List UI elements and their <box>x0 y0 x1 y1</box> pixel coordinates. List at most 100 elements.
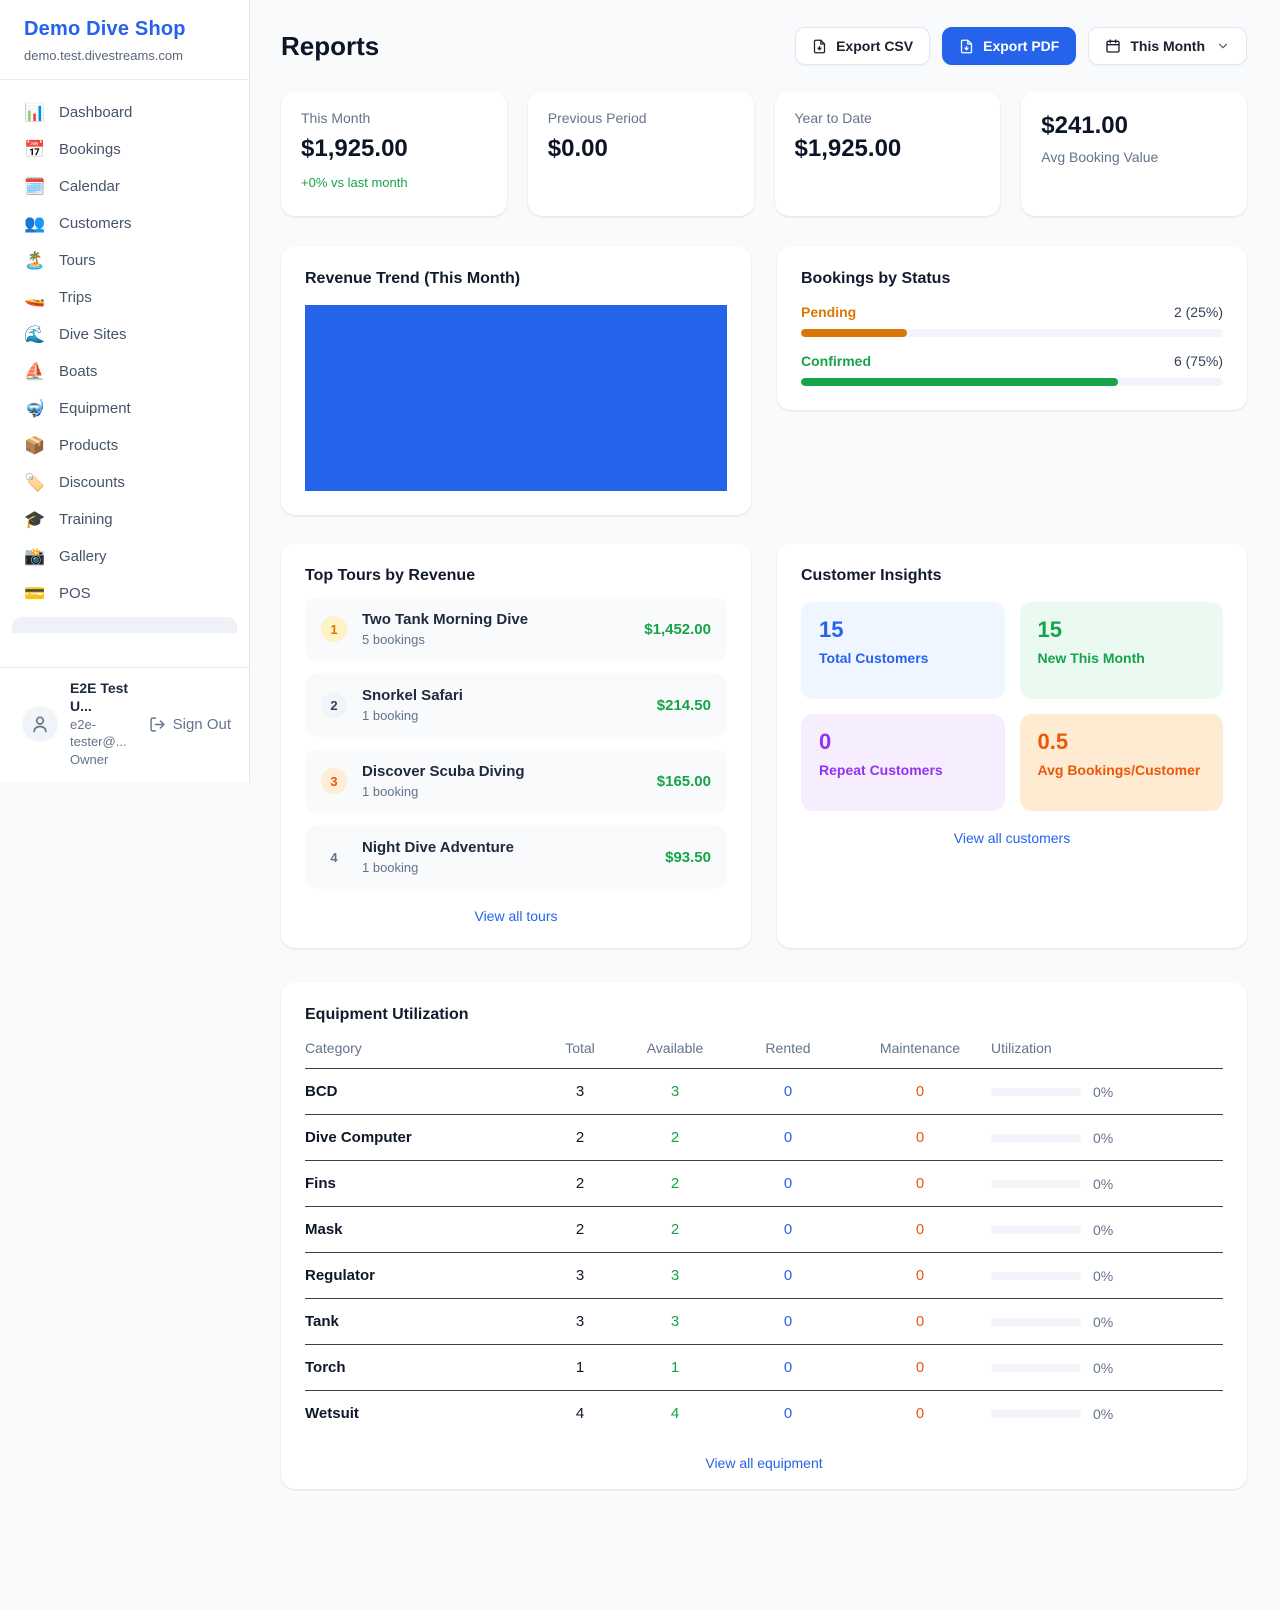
period-label: This Month <box>1130 38 1205 54</box>
col-available: Available <box>623 1040 727 1056</box>
sidebar-item-tours[interactable]: 🏝️ Tours <box>0 242 249 279</box>
bookings-icon: 📅 <box>24 141 44 158</box>
tour-name: Night Dive Adventure <box>362 839 514 856</box>
rank-badge: 2 <box>321 692 347 718</box>
sidebar-item-discounts[interactable]: 🏷️ Discounts <box>0 464 249 501</box>
tile-total-customers: 15 Total Customers <box>801 602 1005 699</box>
logout-icon <box>149 716 166 733</box>
sidebar-nav: 📊 Dashboard 📅 Bookings 🗓️ Calendar 👥 Cus… <box>0 80 249 633</box>
tile-repeat-customers: 0 Repeat Customers <box>801 714 1005 811</box>
page-header: Reports Export CSV Export PDF This Month <box>281 27 1247 65</box>
table-row: BCD 3 3 0 0 0% <box>305 1069 1223 1115</box>
export-pdf-button[interactable]: Export PDF <box>942 27 1076 65</box>
tile-value: 0.5 <box>1038 729 1206 755</box>
user-email: e2e-tester@... <box>70 717 137 750</box>
table-row: Mask 2 2 0 0 0% <box>305 1207 1223 1253</box>
tile-avg-bookings: 0.5 Avg Bookings/Customer <box>1020 714 1224 811</box>
sidebar-item-dashboard[interactable]: 📊 Dashboard <box>0 94 249 131</box>
tours-icon: 🏝️ <box>24 252 44 269</box>
tile-label: Repeat Customers <box>819 762 987 778</box>
user-name: E2E Test U... <box>70 680 137 715</box>
status-group-pending: Pending 2 (25%) <box>801 304 1223 337</box>
stat-value: $241.00 <box>1041 112 1227 140</box>
user-icon <box>30 714 50 734</box>
utilization-bar <box>991 1410 1081 1418</box>
sidebar-item-boats[interactable]: ⛵ Boats <box>0 353 249 390</box>
sidebar-item-label: Equipment <box>59 400 131 417</box>
file-download-icon <box>812 39 827 54</box>
status-count: 6 (75%) <box>1174 353 1223 369</box>
customer-insights-card: Customer Insights 15 Total Customers 15 … <box>777 543 1247 948</box>
stat-card-avg-booking-value: $241.00 Avg Booking Value <box>1021 91 1247 216</box>
user-meta: E2E Test U... e2e-tester@... Owner <box>70 680 137 768</box>
sidebar-item-gallery[interactable]: 📸 Gallery <box>0 538 249 575</box>
status-label: Confirmed <box>801 353 871 369</box>
boats-icon: ⛵ <box>24 363 44 380</box>
period-dropdown[interactable]: This Month <box>1088 27 1247 65</box>
view-all-tours-link[interactable]: View all tours <box>305 908 727 924</box>
col-category: Category <box>305 1040 537 1056</box>
sidebar-item-training[interactable]: 🎓 Training <box>0 501 249 538</box>
top-tours-title: Top Tours by Revenue <box>305 567 727 585</box>
tour-revenue: $165.00 <box>657 773 711 790</box>
sidebar-item-customers[interactable]: 👥 Customers <box>0 205 249 242</box>
sidebar-item-label: Dashboard <box>59 104 132 121</box>
status-group-confirmed: Confirmed 6 (75%) <box>801 353 1223 386</box>
tour-name: Discover Scuba Diving <box>362 763 525 780</box>
status-bar-fill <box>801 378 1118 386</box>
header-actions: Export CSV Export PDF This Month <box>795 27 1247 65</box>
table-row: Tank 3 3 0 0 0% <box>305 1299 1223 1345</box>
equipment-utilization-card: Equipment Utilization Category Total Ava… <box>281 982 1247 1489</box>
sidebar-item-products[interactable]: 📦 Products <box>0 427 249 464</box>
sidebar-item-trips[interactable]: 🚤 Trips <box>0 279 249 316</box>
sidebar-item-label: Trips <box>59 289 92 306</box>
tour-bookings: 1 booking <box>362 784 525 799</box>
tour-bookings: 5 bookings <box>362 632 528 647</box>
status-count: 2 (25%) <box>1174 304 1223 320</box>
sidebar-item-equipment[interactable]: 🤿 Equipment <box>0 390 249 427</box>
sidebar-item-reports-partial[interactable] <box>12 617 237 633</box>
sidebar-item-label: Products <box>59 437 118 454</box>
view-all-customers-link[interactable]: View all customers <box>801 830 1223 846</box>
revenue-trend-chart <box>305 305 727 491</box>
gallery-icon: 📸 <box>24 548 44 565</box>
sidebar-item-label: Boats <box>59 363 97 380</box>
sign-out-button[interactable]: Sign Out <box>149 716 231 733</box>
export-csv-button[interactable]: Export CSV <box>795 27 930 65</box>
utilization-bar <box>991 1088 1081 1096</box>
stat-value: $1,925.00 <box>301 135 487 163</box>
col-utilization: Utilization <box>991 1040 1223 1056</box>
training-icon: 🎓 <box>24 511 44 528</box>
bookings-by-status-card: Bookings by Status Pending 2 (25%) Confi… <box>777 246 1247 410</box>
stat-label: Avg Booking Value <box>1041 149 1227 165</box>
tour-row: 2 Snorkel Safari 1 booking $214.50 <box>305 673 727 737</box>
view-all-equipment-link[interactable]: View all equipment <box>305 1455 1223 1471</box>
rank-badge: 1 <box>321 616 347 642</box>
sidebar-item-label: POS <box>59 585 91 602</box>
sidebar-item-pos[interactable]: 💳 POS <box>0 575 249 612</box>
table-row: Wetsuit 4 4 0 0 0% <box>305 1391 1223 1436</box>
revenue-trend-title: Revenue Trend (This Month) <box>305 270 727 288</box>
sidebar-item-bookings[interactable]: 📅 Bookings <box>0 131 249 168</box>
sidebar-item-dive-sites[interactable]: 🌊 Dive Sites <box>0 316 249 353</box>
stat-value: $0.00 <box>548 135 734 163</box>
stat-card-year-to-date: Year to Date $1,925.00 <box>775 91 1001 216</box>
user-footer: E2E Test U... e2e-tester@... Owner Sign … <box>0 667 249 782</box>
tour-revenue: $1,452.00 <box>644 621 711 638</box>
sidebar-item-label: Calendar <box>59 178 120 195</box>
sidebar-item-calendar[interactable]: 🗓️ Calendar <box>0 168 249 205</box>
sidebar-item-label: Tours <box>59 252 96 269</box>
col-rented: Rented <box>727 1040 849 1056</box>
revenue-trend-card: Revenue Trend (This Month) <box>281 246 751 515</box>
stat-card-this-month: This Month $1,925.00 +0% vs last month <box>281 91 507 216</box>
sidebar-item-label: Bookings <box>59 141 121 158</box>
customers-icon: 👥 <box>24 215 44 232</box>
dive-sites-icon: 🌊 <box>24 326 44 343</box>
stat-value: $1,925.00 <box>795 135 981 163</box>
utilization-bar <box>991 1318 1081 1326</box>
tour-bookings: 1 booking <box>362 708 463 723</box>
avatar <box>22 706 58 742</box>
insight-tiles: 15 Total Customers 15 New This Month 0 R… <box>801 602 1223 811</box>
utilization-bar <box>991 1272 1081 1280</box>
calendar-icon <box>1105 38 1121 54</box>
